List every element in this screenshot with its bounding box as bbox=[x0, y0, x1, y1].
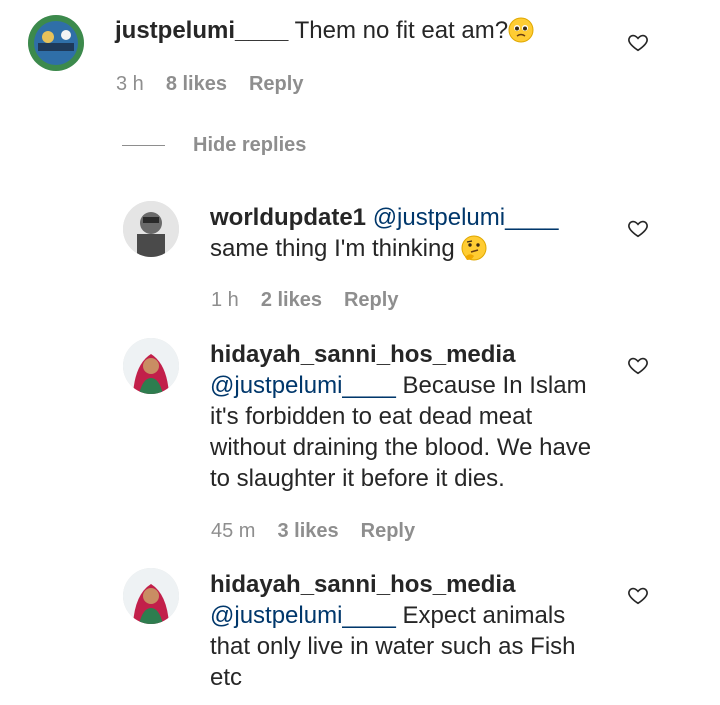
avatar-hidayah[interactable] bbox=[123, 568, 179, 624]
pleading-face-emoji-icon bbox=[508, 17, 534, 43]
avatar-hidayah[interactable] bbox=[123, 338, 179, 394]
comment-likes[interactable]: 3 likes bbox=[277, 520, 338, 543]
comment-text-line: it's forbidden to eat dead meat bbox=[210, 403, 533, 430]
comment-time: 45 m bbox=[211, 520, 256, 542]
comment-likes[interactable]: 2 likes bbox=[261, 289, 322, 312]
comment-username[interactable]: justpelumi____ bbox=[115, 17, 288, 44]
comment-username[interactable]: hidayah_sanni_hos_media bbox=[210, 341, 515, 368]
heart-outline-icon[interactable] bbox=[627, 217, 649, 239]
comment-text-line: to slaughter it before it dies. bbox=[210, 465, 505, 492]
mention-link[interactable]: @justpelumi____ bbox=[210, 372, 396, 399]
mention-link[interactable]: @justpelumi____ bbox=[373, 204, 559, 231]
divider-line bbox=[122, 145, 165, 146]
comment-text-line: Expect animals bbox=[402, 602, 566, 629]
reply-button[interactable]: Reply bbox=[249, 73, 303, 96]
comment-time: 1 h bbox=[211, 289, 239, 311]
comment-username[interactable]: hidayah_sanni_hos_media bbox=[210, 571, 515, 598]
mention-link[interactable]: @justpelumi____ bbox=[210, 602, 396, 629]
thinking-face-emoji-icon bbox=[461, 235, 487, 261]
heart-outline-icon[interactable] bbox=[627, 354, 649, 376]
avatar-justpelumi[interactable] bbox=[28, 15, 84, 71]
comment-time: 3 h bbox=[116, 73, 144, 95]
avatar-worldupdate1[interactable] bbox=[123, 201, 179, 257]
comment-likes[interactable]: 8 likes bbox=[166, 73, 227, 96]
comment-text-line: that only live in water such as Fish bbox=[210, 633, 576, 660]
comment-text-line: without draining the blood. We have bbox=[210, 434, 592, 461]
heart-outline-icon[interactable] bbox=[627, 31, 649, 53]
heart-outline-icon[interactable] bbox=[627, 584, 649, 606]
hide-replies-button[interactable]: Hide replies bbox=[122, 134, 306, 157]
reply-button[interactable]: Reply bbox=[361, 520, 415, 543]
comment-text-line: etc bbox=[210, 664, 243, 691]
hide-replies-label: Hide replies bbox=[193, 134, 307, 156]
reply-button[interactable]: Reply bbox=[344, 289, 398, 312]
comment-text: Them no fit eat am? bbox=[294, 17, 509, 44]
comment-text: same thing I'm thinking bbox=[210, 235, 455, 262]
comment-username[interactable]: worldupdate1 bbox=[210, 204, 366, 231]
comment-text-line: Because In Islam bbox=[402, 372, 587, 399]
